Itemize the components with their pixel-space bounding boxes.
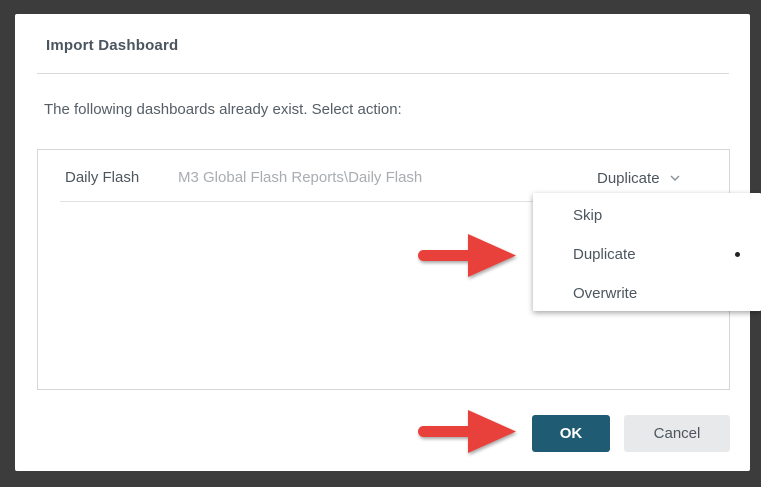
menu-item-duplicate[interactable]: Duplicate xyxy=(533,235,761,273)
action-select-value: Duplicate xyxy=(597,169,660,187)
action-dropdown-menu: Skip Duplicate Overwrite xyxy=(533,193,761,311)
row-divider xyxy=(60,201,535,202)
chevron-down-icon xyxy=(670,175,680,181)
menu-item-overwrite[interactable]: Overwrite xyxy=(533,274,761,312)
selected-dot-icon xyxy=(735,252,740,257)
dashboard-name: Daily Flash xyxy=(65,169,140,186)
dashboard-path: M3 Global Flash Reports\Daily Flash xyxy=(178,169,423,186)
dialog-title: Import Dashboard xyxy=(46,37,179,54)
menu-item-label: Duplicate xyxy=(573,246,636,263)
instructions-text: The following dashboards already exist. … xyxy=(44,101,402,118)
red-arrow-icon xyxy=(418,234,516,277)
ok-button[interactable]: OK xyxy=(532,415,610,452)
red-arrow-icon xyxy=(418,410,516,453)
menu-item-skip[interactable]: Skip xyxy=(533,196,761,234)
action-select[interactable]: Duplicate xyxy=(597,167,681,189)
title-divider xyxy=(37,73,729,74)
cancel-button[interactable]: Cancel xyxy=(624,415,730,452)
menu-item-label: Skip xyxy=(573,207,603,224)
menu-item-label: Overwrite xyxy=(573,285,638,302)
